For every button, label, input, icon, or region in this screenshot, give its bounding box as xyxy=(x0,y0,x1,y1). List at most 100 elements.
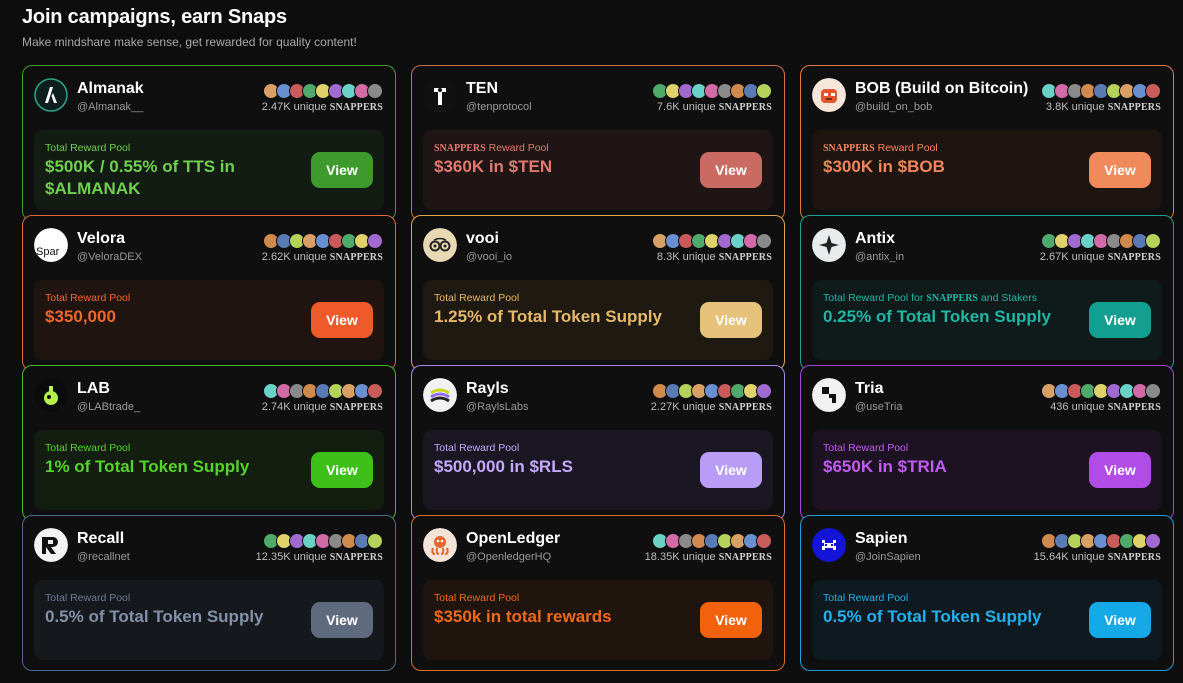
view-button[interactable]: View xyxy=(700,152,762,188)
campaign-slot: Almanak @Almanak__ 2.47K unique SNAPPERS… xyxy=(22,65,396,221)
snapper-avatar xyxy=(756,233,772,249)
rayls-logo-icon xyxy=(423,378,457,412)
view-button[interactable]: View xyxy=(311,452,373,488)
unique-snappers-count: 2.62K unique SNAPPERS xyxy=(262,251,383,263)
view-button[interactable]: View xyxy=(311,152,373,188)
snappers-word: SNAPPERS xyxy=(718,402,772,413)
campaign-name: TEN xyxy=(466,80,498,97)
campaign-slot: Rayls @RaylsLabs 2.27K unique SNAPPERS T… xyxy=(411,365,785,521)
snappers-word: SNAPPERS xyxy=(718,252,772,263)
campaign-card[interactable]: OpenLedger @OpenledgerHQ 18.35K unique S… xyxy=(411,515,785,671)
campaign-name: LAB xyxy=(77,380,110,397)
reward-pool-value: 1% of Total Token Supply xyxy=(45,457,250,476)
snappers-avatars xyxy=(263,533,383,549)
reward-pool-value: 1.25% of Total Token Supply xyxy=(434,307,662,326)
unique-word: unique xyxy=(293,551,327,563)
snappers-count: 12.35K xyxy=(255,551,291,563)
unique-word: unique xyxy=(293,401,327,413)
campaign-card[interactable]: Tria @useTria 436 unique SNAPPERS Total … xyxy=(800,365,1174,521)
campaign-grid: Almanak @Almanak__ 2.47K unique SNAPPERS… xyxy=(22,65,1174,671)
unique-word: unique xyxy=(682,551,716,563)
campaign-handle: @build_on_bob xyxy=(855,101,933,113)
campaign-card[interactable]: LAB @LABtrade_ 2.74K unique SNAPPERS Tot… xyxy=(22,365,396,521)
snappers-avatars xyxy=(1041,83,1161,99)
vooi-logo-icon xyxy=(423,228,457,262)
snappers-count: 2.62K xyxy=(261,251,291,263)
page-header: Join campaigns, earn Snaps Make mindshar… xyxy=(22,6,357,49)
campaign-handle: @vooi_io xyxy=(466,251,513,263)
campaign-name: Antix xyxy=(855,230,895,247)
reward-pool-value: $500,000 in $RLS xyxy=(434,457,573,476)
reward-pool-label: Total Reward Pool xyxy=(45,292,131,304)
snappers-avatars xyxy=(652,233,772,249)
reward-pool-value: $350k in total rewards xyxy=(434,607,612,626)
reward-pool-value: $300K in $BOB xyxy=(823,157,945,176)
view-button[interactable]: View xyxy=(700,302,762,338)
campaign-slot: Tria @useTria 436 unique SNAPPERS Total … xyxy=(800,365,1174,521)
reward-pool: SNAPPERS Reward Pool $300K in $BOB View xyxy=(812,130,1162,210)
campaign-card[interactable]: Rayls @RaylsLabs 2.27K unique SNAPPERS T… xyxy=(411,365,785,521)
reward-pool-value: $650K in $TRIA xyxy=(823,457,947,476)
reward-pool-value: $350,000 xyxy=(45,307,116,326)
unique-snappers-count: 2.47K unique SNAPPERS xyxy=(262,101,383,113)
campaign-card[interactable]: Recall @recallnet 12.35K unique SNAPPERS… xyxy=(22,515,396,671)
campaign-handle: @LABtrade_ xyxy=(77,401,141,413)
campaign-slot: Spar Velora @VeloraDEX 2.62K unique SNAP… xyxy=(22,215,396,371)
campaign-slot: OpenLedger @OpenledgerHQ 18.35K unique S… xyxy=(411,515,785,671)
campaign-card[interactable]: vooi @vooi_io 8.3K unique SNAPPERS Total… xyxy=(411,215,785,371)
reward-pool: Total Reward Pool $500,000 in $RLS View xyxy=(423,430,773,510)
snapper-avatar xyxy=(1145,533,1161,549)
velora-logo-icon: Spar xyxy=(34,228,68,262)
campaign-handle: @JoinSapien xyxy=(855,551,921,563)
campaign-card[interactable]: Sapien @JoinSapien 15.64K unique SNAPPER… xyxy=(800,515,1174,671)
campaign-card[interactable]: BOB (Build on Bitcoin) @build_on_bob 3.8… xyxy=(800,65,1174,221)
campaign-handle: @recallnet xyxy=(77,551,130,563)
snappers-count: 2.27K xyxy=(650,401,680,413)
campaign-handle: @OpenledgerHQ xyxy=(466,551,552,563)
view-button[interactable]: View xyxy=(700,602,762,638)
page-title: Join campaigns, earn Snaps xyxy=(22,6,287,28)
view-button[interactable]: View xyxy=(1089,452,1151,488)
view-button[interactable]: View xyxy=(700,452,762,488)
bob-logo-icon xyxy=(812,78,846,112)
snappers-count: 3.8K xyxy=(1045,101,1069,113)
snappers-count: 8.3K xyxy=(656,251,680,263)
snappers-word: SNAPPERS xyxy=(329,402,383,413)
unique-snappers-count: 3.8K unique SNAPPERS xyxy=(1046,101,1161,113)
campaign-card[interactable]: Spar Velora @VeloraDEX 2.62K unique SNAP… xyxy=(22,215,396,371)
reward-pool-label: Total Reward Pool xyxy=(45,592,131,604)
snappers-word: SNAPPERS xyxy=(718,552,772,563)
view-button[interactable]: View xyxy=(1089,602,1151,638)
snappers-word: SNAPPERS xyxy=(1107,102,1161,113)
view-button[interactable]: View xyxy=(311,302,373,338)
campaign-card[interactable]: TEN @tenprotocol 7.6K unique SNAPPERS SN… xyxy=(411,65,785,221)
reward-pool-label: Total Reward Pool for SNAPPERS and Stake… xyxy=(823,292,1037,304)
snappers-word: SNAPPERS xyxy=(1107,402,1161,413)
campaign-slot: LAB @LABtrade_ 2.74K unique SNAPPERS Tot… xyxy=(22,365,396,521)
campaign-card[interactable]: Almanak @Almanak__ 2.47K unique SNAPPERS… xyxy=(22,65,396,221)
campaign-name: OpenLedger xyxy=(466,530,561,547)
snappers-avatars xyxy=(263,233,383,249)
unique-word: unique xyxy=(293,101,327,113)
snappers-word: SNAPPERS xyxy=(329,252,383,263)
snappers-count: 7.6K xyxy=(656,101,680,113)
reward-pool: Total Reward Pool $350k in total rewards… xyxy=(423,580,773,660)
unique-snappers-count: 2.67K unique SNAPPERS xyxy=(1040,251,1161,263)
snappers-avatars xyxy=(652,533,772,549)
sapien-logo-icon xyxy=(812,528,846,562)
campaign-name: Recall xyxy=(77,530,125,547)
reward-pool-label: Total Reward Pool xyxy=(45,142,131,154)
view-button[interactable]: View xyxy=(1089,152,1151,188)
snappers-count: 2.74K xyxy=(261,401,291,413)
snapper-avatar xyxy=(1145,383,1161,399)
unique-word: unique xyxy=(1071,401,1105,413)
view-button[interactable]: View xyxy=(311,602,373,638)
campaign-card[interactable]: Antix @antix_in 2.67K unique SNAPPERS To… xyxy=(800,215,1174,371)
view-button[interactable]: View xyxy=(1089,302,1151,338)
snappers-avatars xyxy=(1041,233,1161,249)
reward-pool-label: Total Reward Pool xyxy=(434,442,520,454)
reward-pool: Total Reward Pool 1% of Total Token Supp… xyxy=(34,430,384,510)
campaign-slot: vooi @vooi_io 8.3K unique SNAPPERS Total… xyxy=(411,215,785,371)
snapper-avatar xyxy=(1145,83,1161,99)
reward-pool: Total Reward Pool 1.25% of Total Token S… xyxy=(423,280,773,360)
